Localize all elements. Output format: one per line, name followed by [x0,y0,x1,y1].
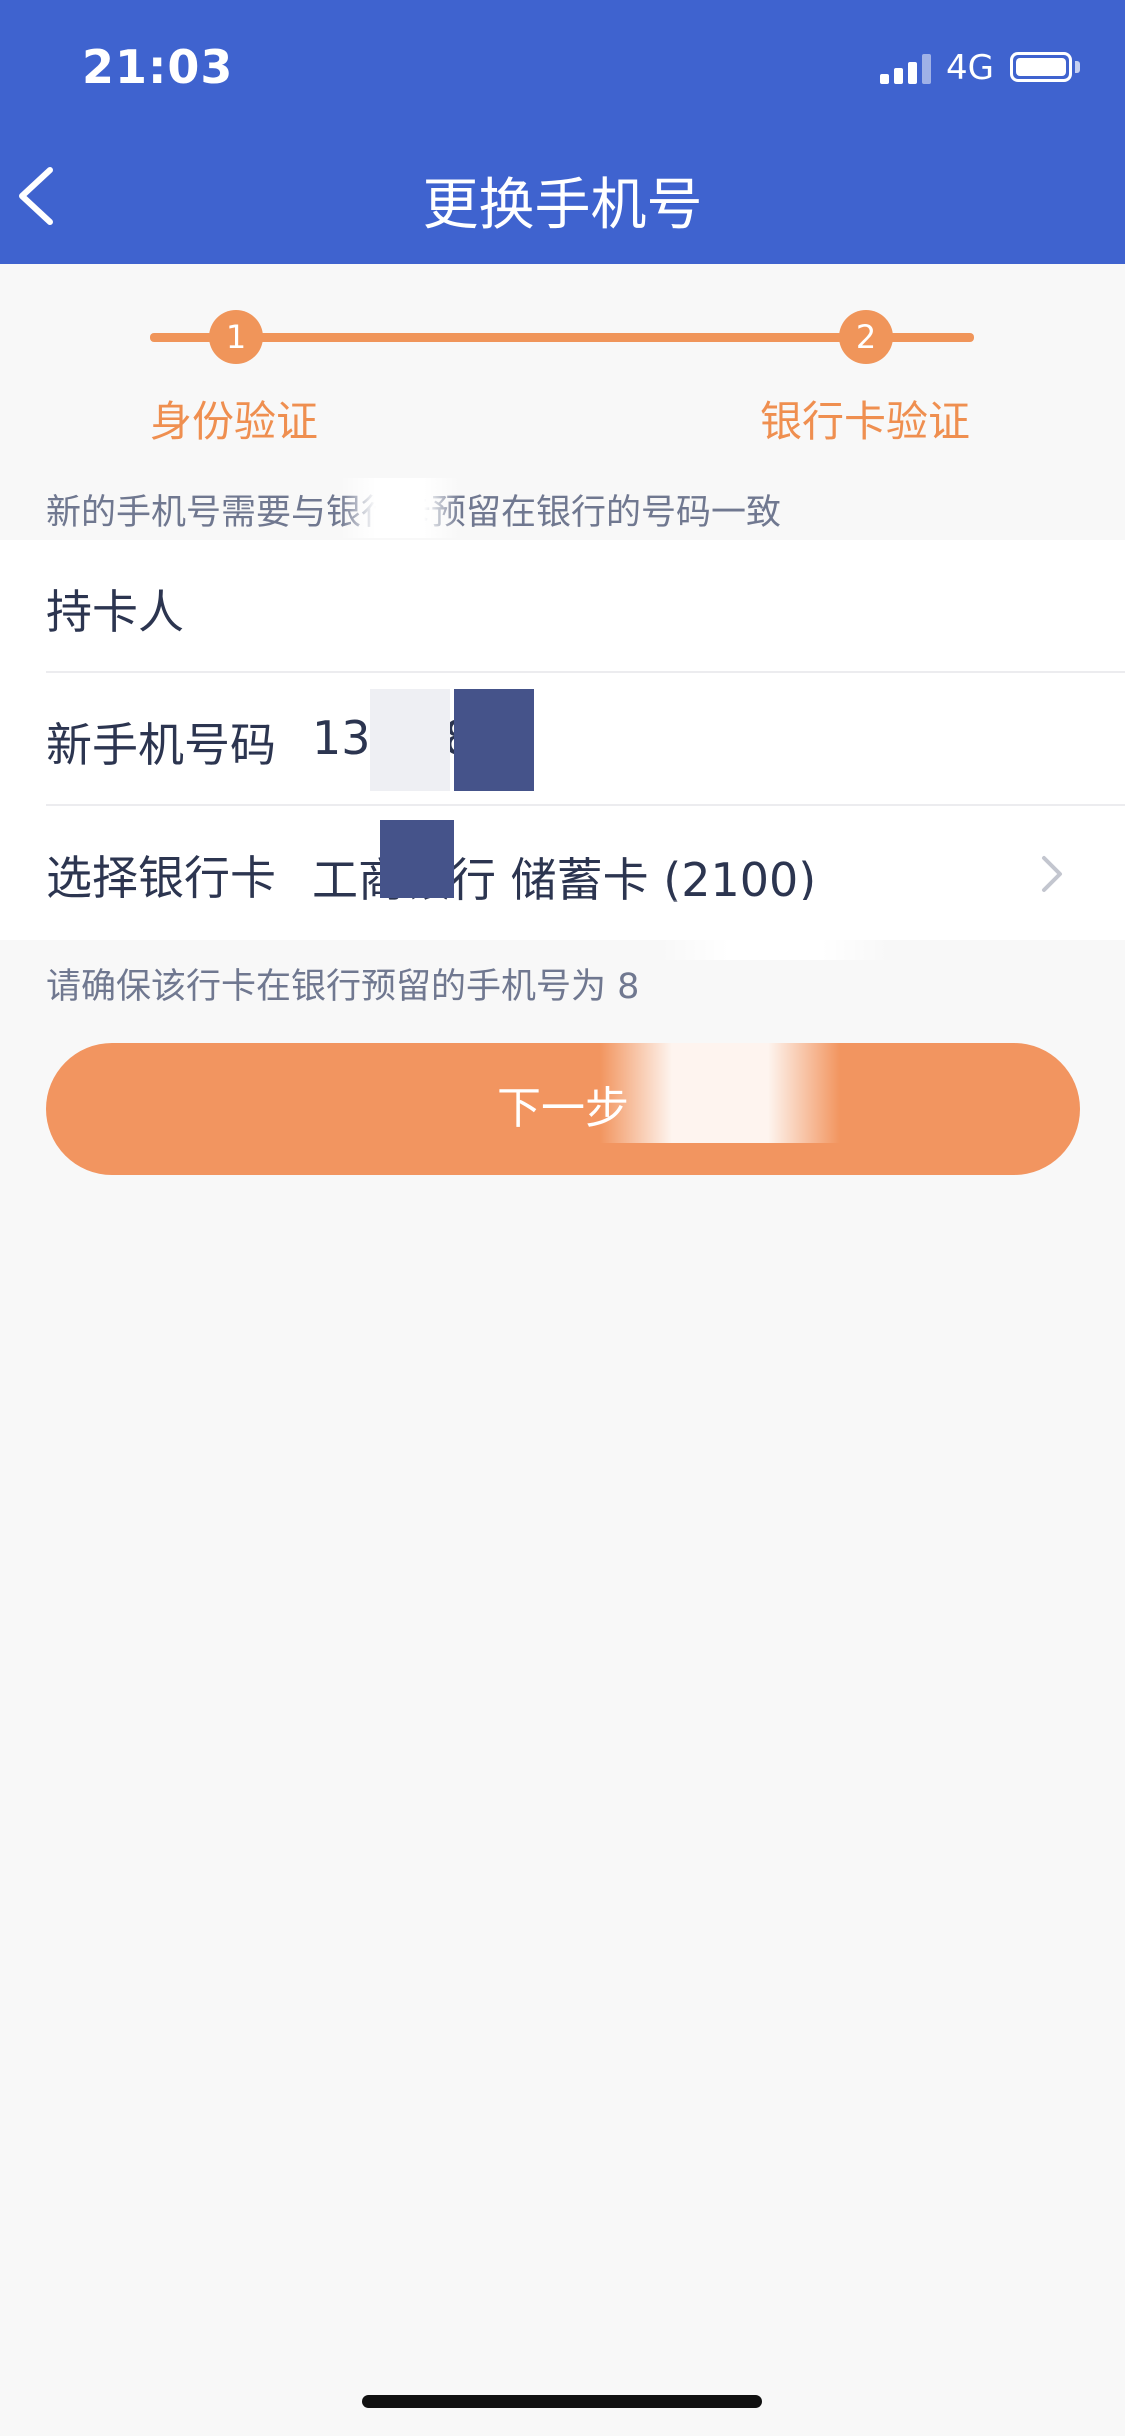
next-step-button[interactable]: 下一步 [46,1043,1080,1175]
battery-tip [1075,61,1080,73]
step-1-dot: 1 [209,310,263,364]
redaction-mark [380,820,454,898]
redaction-mark [600,1043,840,1143]
home-indicator [362,2395,762,2408]
redaction-mark [660,900,890,960]
signal-icon [880,52,932,84]
step-1-label: 身份验证 [150,397,319,446]
reserved-phone-note: 请确保该行卡在银行预留的手机号为 8 [46,967,640,1007]
select-bank-card-row[interactable]: 选择银行卡 工商银行 储蓄卡 (2100) [0,806,1125,939]
new-phone-label: 新手机号码 [46,718,276,772]
battery-icon [1010,52,1072,82]
page-title: 更换手机号 [422,173,703,238]
status-time: 21:03 [82,40,234,94]
progress-steps: 1 2 身份验证 银行卡验证 [0,300,1125,450]
new-phone-row[interactable]: 新手机号码 13 878 [0,673,1125,806]
redaction-mark [454,689,534,791]
chevron-right-icon [1042,856,1062,892]
app-header: 21:03 4G 更换手机号 [0,0,1125,264]
redaction-mark [340,478,460,538]
card-holder-label: 持卡人 [46,585,184,639]
step-2-label: 银行卡验证 [760,397,971,446]
card-holder-row: 持卡人 [0,540,1125,673]
network-type: 4G [946,48,994,88]
redaction-mark [370,689,450,791]
select-bank-card-label: 选择银行卡 [46,851,276,905]
step-2-dot: 2 [839,310,893,364]
form-card: 持卡人 新手机号码 13 878 选择银行卡 工商银行 储蓄卡 (2100) [0,540,1125,940]
